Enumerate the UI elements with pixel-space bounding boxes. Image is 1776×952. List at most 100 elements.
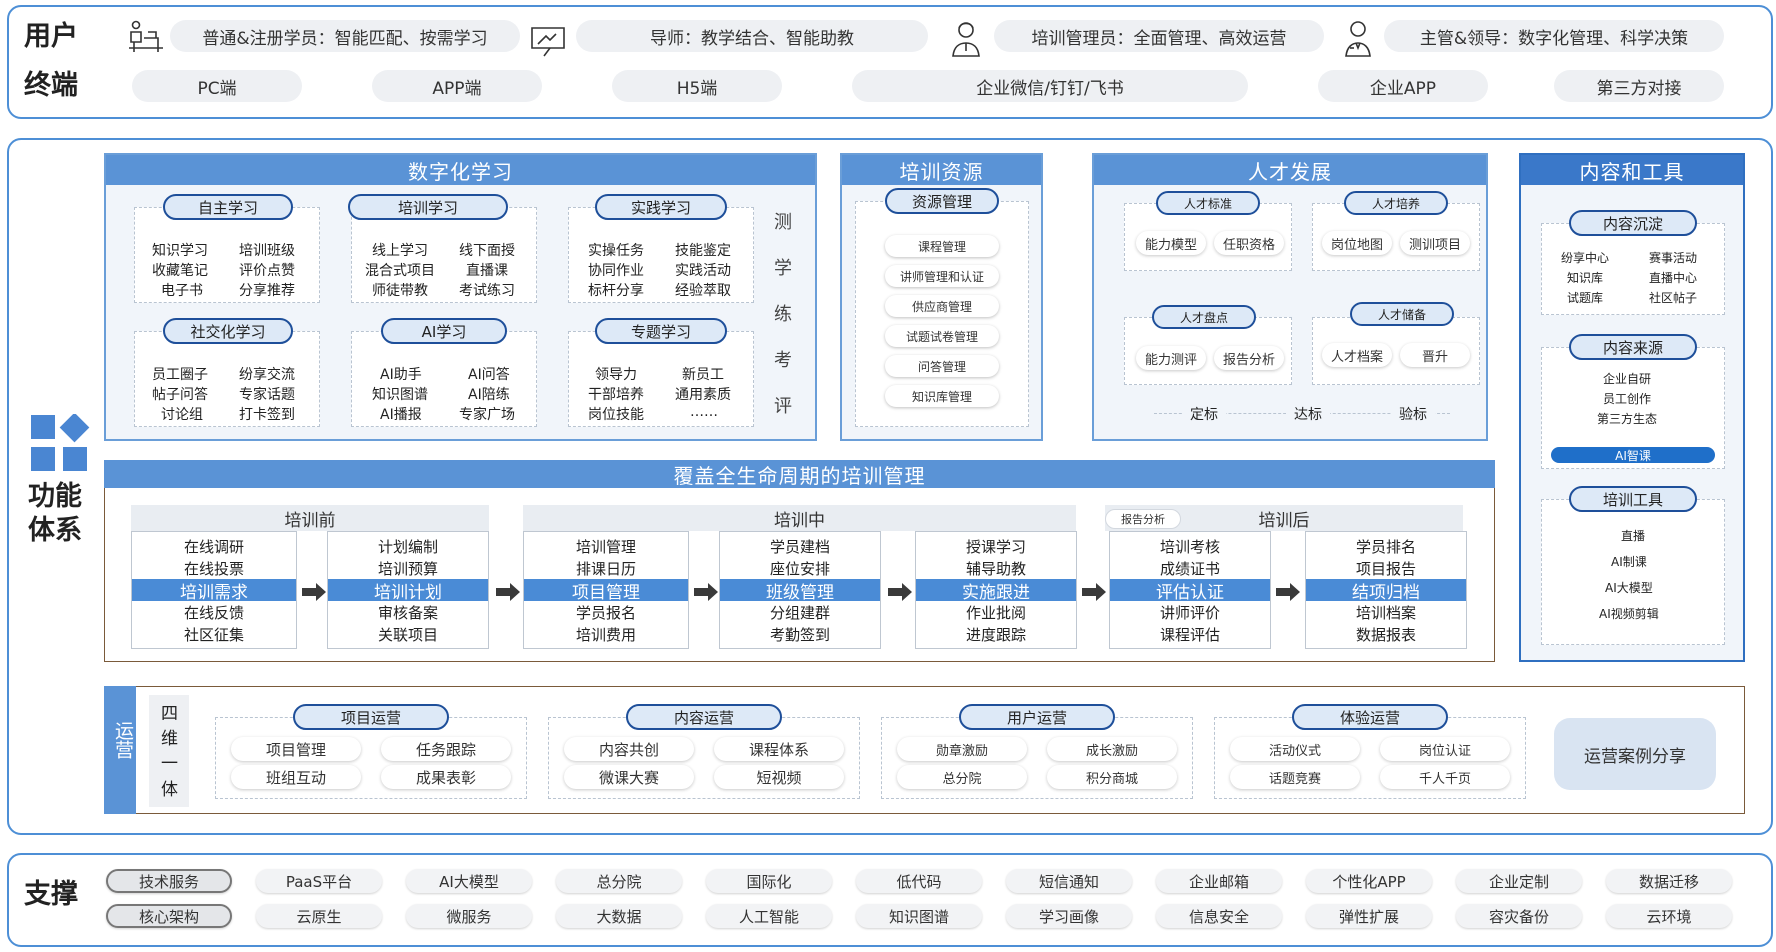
talent-step: 定标 [1182, 404, 1226, 424]
lifecycle-cell: 座位安排 [769, 559, 830, 578]
support-item: 学习画像 [1006, 904, 1132, 928]
content-source-item: 员工创作 [1603, 392, 1652, 406]
content-item: 试题库 [1567, 291, 1604, 305]
lifecycle-cell: 讲师评价 [1159, 603, 1220, 622]
ops-item: 千人千页 [1380, 765, 1510, 789]
digital-item: 员工圈子 [152, 367, 208, 383]
arrow-right-icon [1082, 583, 1106, 601]
lifecycle-column: 在线调研 在线投票 培训需求 在线反馈 社区征集 [131, 531, 297, 649]
talent-item: 能力测评 [1136, 346, 1206, 370]
lifecycle-cell: 培训考核 [1159, 537, 1220, 556]
lifecycle-cell: 学员排名 [1355, 537, 1416, 556]
digital-item: 讨论组 [161, 407, 203, 423]
operations-side-char: 一 [161, 754, 178, 774]
support-item: 低代码 [856, 869, 982, 893]
lifecycle-phase-during: 培训中 [523, 505, 1076, 531]
ops-item: 总分院 [897, 765, 1027, 789]
content-item: 社区帖子 [1649, 291, 1698, 305]
operations-label: 运营 [112, 721, 134, 759]
lifecycle-cell: 项目报告 [1355, 559, 1416, 578]
ops-case-share-button[interactable]: 运营案例分享 [1554, 718, 1716, 790]
talent-item: 晋升 [1400, 343, 1470, 367]
lifecycle-panel: 覆盖全生命周期的培训管理 培训前 培训中 培训后 报告分析 在线调研 在线投票 … [104, 460, 1495, 662]
support-item: 企业定制 [1456, 869, 1582, 893]
operations-side-char: 维 [161, 729, 178, 749]
digital-item: AI助手 [380, 367, 422, 383]
digital-side-char: 评 [774, 396, 792, 417]
terminal-h5: H5端 [612, 70, 782, 102]
resource-item: 供应商管理 [885, 295, 999, 317]
content-group-tools-tag: 培训工具 [1569, 486, 1697, 512]
role-admin: 培训管理员：全面管理、高效运营 [994, 20, 1324, 52]
digital-item: 知识学习 [152, 243, 208, 259]
content-tool-item: 直播 [1621, 529, 1646, 543]
support-frame [7, 853, 1773, 947]
lifecycle-cell: 在线调研 [183, 537, 244, 556]
digital-item: 打卡签到 [239, 407, 295, 423]
support-item: AI大模型 [406, 869, 532, 893]
content-group-tools [1541, 499, 1725, 645]
operations-side-char: 体 [161, 780, 178, 800]
support-item: 个性化APP [1306, 869, 1432, 893]
lifecycle-cell: 培训档案 [1355, 603, 1416, 622]
ops-group-project-tag: 项目运营 [293, 704, 449, 730]
lifecycle-cell: 辅导助教 [965, 559, 1026, 578]
digital-item: 混合式项目 [365, 263, 435, 279]
ops-group-content-tag: 内容运营 [626, 704, 782, 730]
support-item: 数据迁移 [1606, 869, 1732, 893]
content-tools-panel: 内容和工具 内容沉淀 纷享中心 赛事活动 知识库 直播中心 试题库 社区帖子 内… [1519, 153, 1745, 662]
lifecycle-cell: 分组建群 [769, 603, 830, 622]
lifecycle-cell: 成绩证书 [1159, 559, 1220, 578]
digital-item: 新员工 [682, 367, 724, 383]
digital-item: 考试练习 [459, 283, 515, 299]
lifecycle-cell: 培训预算 [377, 559, 438, 578]
content-source-item: 企业自研 [1603, 372, 1652, 386]
digital-item: 协同作业 [588, 263, 644, 279]
lifecycle-cell: 关联项目 [377, 625, 438, 644]
digital-item: 知识图谱 [372, 387, 428, 403]
digital-item: 电子书 [161, 283, 203, 299]
digital-item: 技能鉴定 [675, 243, 731, 259]
role-tutor: 导师：教学结合、智能助教 [576, 20, 928, 52]
lifecycle-column: 授课学习 辅导助教 实施跟进 作业批阅 进度跟踪 [915, 531, 1077, 649]
terminal-enterprise-app: 企业APP [1318, 70, 1488, 102]
talent-item: 能力模型 [1136, 231, 1206, 255]
lifecycle-cell: 在线投票 [183, 559, 244, 578]
report-analysis-tag: 报告分析 [1105, 509, 1181, 529]
lifecycle-title: 覆盖全生命周期的培训管理 [104, 460, 1495, 488]
digital-side-char: 测 [774, 212, 792, 233]
support-category-pill: 核心架构 [106, 904, 232, 928]
digital-item: 纷享交流 [239, 367, 295, 383]
digital-group-ai-tag: AI学习 [381, 318, 507, 344]
content-item: 知识库 [1567, 271, 1604, 285]
terminal-im: 企业微信/钉钉/飞书 [852, 70, 1248, 102]
users-label: 用户 [24, 21, 78, 52]
digital-group-self-tag: 自主学习 [163, 194, 293, 220]
resource-item: 讲师管理和认证 [885, 265, 999, 287]
lifecycle-column: 计划编制 培训预算 培训计划 审核备案 关联项目 [327, 531, 489, 649]
support-item: PaaS平台 [256, 869, 382, 893]
digital-item: 专家话题 [239, 387, 295, 403]
student-desk-icon [129, 20, 163, 52]
lifecycle-column: 学员建档 座位安排 班级管理 分组建群 考勤签到 [719, 531, 881, 649]
function-label-2: 体系 [28, 515, 82, 546]
support-item: 人工智能 [706, 904, 832, 928]
digital-item: AI陪练 [468, 387, 510, 403]
ops-item: 话题竞赛 [1230, 765, 1360, 789]
role-leader: 主管&领导：数字化管理、科学决策 [1384, 20, 1724, 52]
talent-group-inventory-tag: 人才盘点 [1152, 305, 1256, 329]
content-tool-item: AI视频剪辑 [1599, 607, 1659, 621]
content-group-deposit-tag: 内容沉淀 [1569, 210, 1697, 236]
digital-item: 线下面授 [459, 243, 515, 259]
digital-side-char: 考 [774, 350, 792, 371]
content-group-source-tag: 内容来源 [1569, 334, 1697, 360]
content-tool-item: AI大模型 [1605, 581, 1653, 595]
content-tool-item: AI制课 [1611, 555, 1647, 569]
talent-step: 达标 [1286, 404, 1330, 424]
content-source-item: 第三方生态 [1597, 412, 1658, 426]
lifecycle-cell: 授课学习 [965, 537, 1026, 556]
resource-item: 试题试卷管理 [885, 325, 999, 347]
lifecycle-cell: 学员报名 [575, 603, 636, 622]
support-category-pill: 技术服务 [106, 869, 232, 893]
content-item: 赛事活动 [1649, 251, 1698, 265]
